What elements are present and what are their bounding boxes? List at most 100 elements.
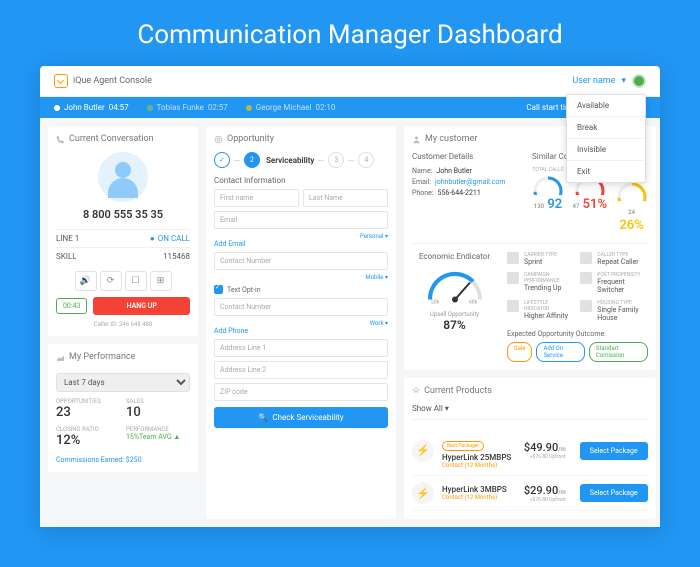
indicator: HOUSING TYPESingle Family House: [580, 300, 647, 322]
select-package-button[interactable]: Select Package: [580, 442, 648, 460]
user-label: User name: [572, 76, 615, 86]
outcome-tag[interactable]: Sale: [507, 342, 532, 362]
chart-icon: [56, 353, 65, 362]
cust-email[interactable]: johnbutler@gmail.com: [435, 178, 505, 186]
agent-tab[interactable]: George Michael 02:10: [246, 103, 336, 112]
agent-tab[interactable]: Tobias Funke 02:57: [147, 103, 228, 112]
step-1[interactable]: ✓: [214, 152, 230, 168]
caller-id: Caller ID: 246 648 488: [56, 321, 190, 328]
brand-icon: [54, 74, 68, 88]
indicator: LIFESTYLE INDICATORHigher Affinity: [507, 300, 574, 322]
product-name: HyperLink 3MBPS: [442, 485, 516, 494]
phone-number: 8 800 555 35 35: [56, 208, 190, 221]
hangup-button[interactable]: HANG UP: [93, 297, 190, 315]
call-timer: 00:43: [56, 298, 87, 314]
outcome-tag[interactable]: Add On Service: [536, 342, 584, 362]
product-icon: ⚡: [412, 440, 434, 462]
agent-name: John Butler: [64, 103, 105, 112]
agent-name: Tobias Funke: [157, 103, 204, 112]
svg-text:20k: 20k: [431, 300, 440, 306]
status-dot-icon: [632, 74, 646, 88]
product-row: ⚡HyperLink 3MBPSContact (12 Months)$29.9…: [412, 476, 648, 511]
product-price: $49.90/m+$76.80 Upfront: [524, 441, 566, 460]
text-optin-checkbox[interactable]: Text Opt-in: [214, 285, 388, 294]
zip-input[interactable]: ZIP code: [214, 383, 388, 401]
page-title: Communication Manager Dashboard: [40, 20, 660, 50]
line-status: ON CALL: [150, 234, 190, 243]
email-type[interactable]: Personal ▾: [214, 233, 388, 240]
phone-input-2[interactable]: Contact Number: [214, 298, 388, 316]
indicator: CARRIER TYPESprint: [507, 252, 574, 266]
cust-name: John Butler: [436, 167, 472, 175]
dropdown-item[interactable]: Exit: [567, 161, 645, 182]
products-panel: ☆Current Products Show All ▾ ⚡Best Packa…: [404, 378, 656, 519]
step-4[interactable]: 4: [358, 152, 374, 168]
product-row: ⚡Best Package!HyperLink 25MBPSContact (1…: [412, 426, 648, 476]
outcome-header: Expected Opportunity Outcome:: [507, 330, 648, 338]
indicator-icon: [507, 272, 519, 284]
hold-button[interactable]: ⟳: [100, 271, 122, 291]
svg-text:60k: 60k: [469, 300, 478, 306]
agent-time: 02:10: [315, 103, 335, 112]
panel-title: My customer: [425, 134, 477, 144]
step-3[interactable]: 3: [328, 152, 344, 168]
skill-label: SKILL: [56, 252, 77, 261]
wizard-steps: ✓ 2 Serviceability 3 4: [214, 152, 388, 168]
transfer-button[interactable]: ☐: [125, 271, 147, 291]
step-2[interactable]: 2: [244, 152, 260, 168]
check-serviceability-button[interactable]: 🔍Check Serviceability: [214, 407, 388, 428]
agent-time: 04:57: [109, 103, 129, 112]
status-dot-icon: [147, 105, 153, 111]
commissions: Commissions Earned: $250: [56, 456, 190, 464]
skill-value: 115468: [163, 252, 190, 261]
first-name-input[interactable]: First name: [214, 189, 299, 207]
mute-button[interactable]: 🔊: [75, 271, 97, 291]
range-select[interactable]: Last 7 days: [56, 373, 190, 392]
product-contract: Contact (12 Months): [442, 494, 516, 501]
email-input[interactable]: Email: [214, 211, 388, 229]
agent-tab[interactable]: John Butler 04:57: [54, 103, 129, 112]
current-conversation-panel: Current Conversation 8 800 555 35 35 LIN…: [48, 126, 198, 336]
cust-phone: 556-644-2211: [438, 189, 481, 197]
indicator: POST PROPENSITYFrequent Switcher: [580, 272, 647, 294]
add-phone-link[interactable]: Add Phone: [214, 327, 388, 335]
user-dropdown: AvailableBreakInvisibleExit: [566, 94, 646, 183]
brand: iQue Agent Console: [54, 74, 152, 88]
indicator-icon: [580, 272, 592, 284]
phone-type-2[interactable]: Work ▾: [214, 320, 388, 327]
dropdown-item[interactable]: Invisible: [567, 139, 645, 161]
step-label: Serviceability: [266, 156, 314, 165]
perf-metric: SALES10: [126, 398, 190, 420]
agent-name: George Michael: [256, 103, 312, 112]
app-window: iQue Agent Console User name ▾ Available…: [40, 66, 660, 527]
details-header: Customer Details: [412, 152, 522, 161]
add-email-link[interactable]: Add Email: [214, 240, 388, 248]
user-menu[interactable]: User name ▾ AvailableBreakInvisibleExit: [572, 74, 646, 88]
address-1-input[interactable]: Address Line 1: [214, 339, 388, 357]
target-icon: [214, 135, 223, 144]
dropdown-item[interactable]: Break: [567, 117, 645, 139]
topbar: iQue Agent Console User name ▾ Available…: [40, 66, 660, 97]
indicator-icon: [507, 252, 519, 264]
panel-title: Current Products: [424, 386, 492, 396]
select-package-button[interactable]: Select Package: [580, 484, 648, 502]
dropdown-item[interactable]: Available: [567, 95, 645, 117]
avatar: [98, 152, 148, 202]
outcome-tag[interactable]: Standart Comission: [589, 342, 648, 362]
address-2-input[interactable]: Address Line 2: [214, 361, 388, 379]
phone-type-1[interactable]: Mobile ▾: [214, 274, 388, 281]
status-dot-icon: [246, 105, 252, 111]
keypad-button[interactable]: ⊞: [150, 271, 172, 291]
opportunity-panel: Opportunity ✓ 2 Serviceability 3 4 Conta…: [206, 126, 396, 519]
last-name-input[interactable]: Last Name: [303, 189, 388, 207]
section-header: Contact Information: [214, 176, 388, 185]
product-price: $29.90/m+$76.80 Upfront: [524, 484, 566, 503]
panel-title: Opportunity: [227, 134, 274, 144]
indicator: CAMPAIGN PERFORMANCETrending Up: [507, 272, 574, 294]
product-filter[interactable]: Show All ▾: [412, 404, 648, 420]
phone-input-1[interactable]: Contact Number: [214, 252, 388, 270]
checkbox-icon: [214, 285, 223, 294]
best-badge: Best Package!: [442, 441, 484, 451]
product-contract: Contact (12 Months): [442, 462, 516, 469]
search-icon: 🔍: [258, 413, 268, 422]
